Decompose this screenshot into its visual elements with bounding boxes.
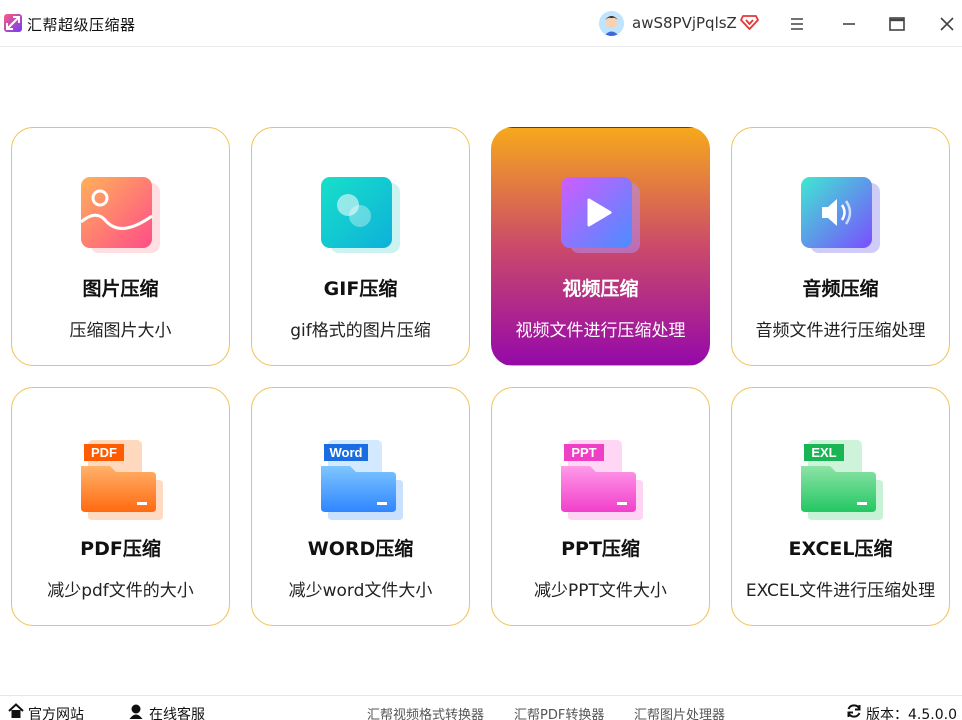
- card-description: 减少PPT文件大小: [534, 581, 667, 601]
- card-description: 音频文件进行压缩处理: [755, 321, 926, 341]
- card-gif-compress[interactable]: GIF压缩 gif格式的图片压缩: [251, 127, 470, 366]
- svg-text:Word: Word: [330, 445, 363, 460]
- svg-text:PDF: PDF: [91, 445, 117, 460]
- card-title: WORD压缩: [307, 538, 414, 560]
- card-word-compress[interactable]: Word WORD压缩 减少word文件大小: [251, 387, 470, 626]
- official-website-link[interactable]: 官方网站: [28, 704, 84, 720]
- card-image-compress[interactable]: 图片压缩 压缩图片大小: [11, 127, 230, 366]
- customer-service-icon[interactable]: [128, 703, 144, 719]
- card-description: 减少word文件大小: [288, 581, 433, 601]
- card-description: 视频文件进行压缩处理: [515, 321, 686, 341]
- svg-text:PPT: PPT: [571, 445, 596, 460]
- excel-folder-icon: EXL: [796, 434, 886, 524]
- footer-bar: 官方网站 在线客服 汇帮视频格式转换器 汇帮PDF转换器 汇帮图片处理器 版本：…: [0, 695, 962, 720]
- username[interactable]: awS8PVjPqlsZ: [632, 14, 737, 32]
- card-ppt-compress[interactable]: PPT PPT压缩 减少PPT文件大小: [491, 387, 710, 626]
- vip-diamond-icon[interactable]: [740, 12, 759, 31]
- card-title: 音频压缩: [802, 278, 879, 300]
- image-processor-link[interactable]: 汇帮图片处理器: [634, 704, 725, 720]
- word-folder-icon: Word: [316, 434, 406, 524]
- card-title: EXCEL压缩: [788, 538, 893, 560]
- app-logo-icon: [4, 14, 22, 32]
- title-bar: 汇帮超级压缩器 awS8PVjPqlsZ: [0, 0, 962, 47]
- card-title: GIF压缩: [323, 278, 398, 300]
- speaker-icon: [796, 174, 886, 264]
- card-video-compress[interactable]: 视频压缩 视频文件进行压缩处理: [491, 127, 710, 366]
- svg-text:EXL: EXL: [811, 445, 836, 460]
- card-pdf-compress[interactable]: PDF PDF压缩 减少pdf文件的大小: [11, 387, 230, 626]
- card-title: 视频压缩: [562, 278, 639, 300]
- ppt-folder-icon: PPT: [556, 434, 646, 524]
- menu-icon[interactable]: [785, 12, 809, 36]
- image-icon: [76, 174, 166, 264]
- card-description: gif格式的图片压缩: [290, 321, 431, 341]
- card-excel-compress[interactable]: EXL EXCEL压缩 EXCEL文件进行压缩处理: [731, 387, 950, 626]
- card-audio-compress[interactable]: 音频压缩 音频文件进行压缩处理: [731, 127, 950, 366]
- minimize-icon[interactable]: [837, 12, 861, 36]
- version-label: 版本：4.5.0.0: [866, 707, 957, 720]
- online-support-link[interactable]: 在线客服: [149, 704, 205, 720]
- pdf-folder-icon: PDF: [76, 434, 166, 524]
- pdf-converter-link[interactable]: 汇帮PDF转换器: [514, 704, 604, 720]
- card-description: 减少pdf文件的大小: [47, 581, 194, 601]
- close-icon[interactable]: [935, 12, 959, 36]
- card-title: PPT压缩: [561, 538, 640, 560]
- card-description: EXCEL文件进行压缩处理: [745, 581, 936, 601]
- video-play-icon: [556, 174, 646, 264]
- gif-icon: [316, 174, 406, 264]
- refresh-icon[interactable]: [846, 703, 862, 719]
- home-icon[interactable]: [8, 703, 24, 719]
- video-converter-link[interactable]: 汇帮视频格式转换器: [367, 704, 484, 720]
- app-title: 汇帮超级压缩器: [27, 16, 136, 34]
- user-avatar[interactable]: [599, 11, 624, 36]
- maximize-icon[interactable]: [885, 12, 909, 36]
- card-title: 图片压缩: [82, 278, 159, 300]
- card-description: 压缩图片大小: [69, 321, 172, 341]
- card-title: PDF压缩: [80, 538, 161, 560]
